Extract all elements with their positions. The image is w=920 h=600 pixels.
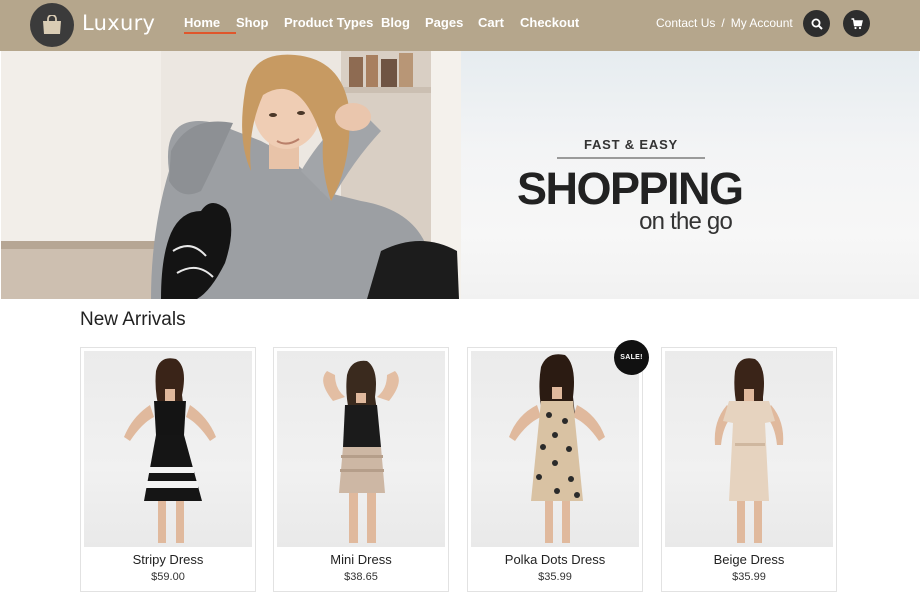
product-card-mini-dress[interactable]: Mini Dress $38.65 xyxy=(273,347,449,592)
product-name[interactable]: Polka Dots Dress xyxy=(468,552,642,567)
product-price: $59.00 xyxy=(151,571,185,583)
section-title-new-arrivals: New Arrivals xyxy=(80,309,186,330)
nav-checkout[interactable]: Checkout xyxy=(520,0,590,51)
model-photo-stripy-dress xyxy=(124,358,216,543)
product-image[interactable] xyxy=(665,351,833,547)
sale-badge: SALE! xyxy=(614,340,649,375)
product-price: $35.99 xyxy=(732,571,766,583)
top-links-separator: / xyxy=(721,16,725,30)
model-photo-polka-dots-dress xyxy=(509,354,605,543)
product-name[interactable]: Stripy Dress xyxy=(81,552,255,567)
model-photo-beige-dress xyxy=(714,358,784,543)
product-card-beige-dress[interactable]: Beige Dress $35.99 xyxy=(661,347,837,592)
product-card-polka-dots-dress[interactable]: Polka Dots Dress $35.99 xyxy=(467,347,643,592)
nav-home[interactable]: Home xyxy=(184,0,236,51)
hero-divider xyxy=(557,157,705,159)
nav-shop[interactable]: Shop xyxy=(236,0,284,51)
nav-product-types[interactable]: Product Types xyxy=(284,0,381,51)
cart-button[interactable] xyxy=(843,10,870,37)
search-button[interactable] xyxy=(803,10,830,37)
site-header: Luxury Home Shop Product Types Blog Page… xyxy=(0,0,920,51)
product-image[interactable] xyxy=(84,351,252,547)
product-image[interactable] xyxy=(277,351,445,547)
product-name[interactable]: Mini Dress xyxy=(274,552,448,567)
nav-cart[interactable]: Cart xyxy=(478,0,520,51)
cart-icon xyxy=(851,17,863,29)
shopping-bag-icon xyxy=(43,15,61,34)
nav-blog[interactable]: Blog xyxy=(381,0,425,51)
my-account-link[interactable]: My Account xyxy=(731,16,793,30)
logo-badge[interactable] xyxy=(30,3,74,47)
hero-kicker: FAST & EASY xyxy=(583,137,679,152)
top-links: Contact Us / My Account xyxy=(656,16,793,30)
contact-us-link[interactable]: Contact Us xyxy=(656,16,715,30)
product-image[interactable] xyxy=(471,351,639,547)
hero-model-image xyxy=(1,51,461,299)
model-photo-mini-dress xyxy=(323,360,399,543)
product-card-stripy-dress[interactable]: Stripy Dress $59.00 xyxy=(80,347,256,592)
product-price: $38.65 xyxy=(344,571,378,583)
search-icon xyxy=(811,18,823,30)
product-price: $35.99 xyxy=(538,571,572,583)
hero-banner[interactable]: FAST & EASY SHOPPING on the go xyxy=(1,51,919,299)
brand-name[interactable]: Luxury xyxy=(82,11,155,35)
product-name[interactable]: Beige Dress xyxy=(662,552,836,567)
main-nav: Home Shop Product Types Blog Pages Cart … xyxy=(184,0,590,51)
nav-pages[interactable]: Pages xyxy=(425,0,478,51)
hero-subtitle: on the go xyxy=(639,208,733,235)
